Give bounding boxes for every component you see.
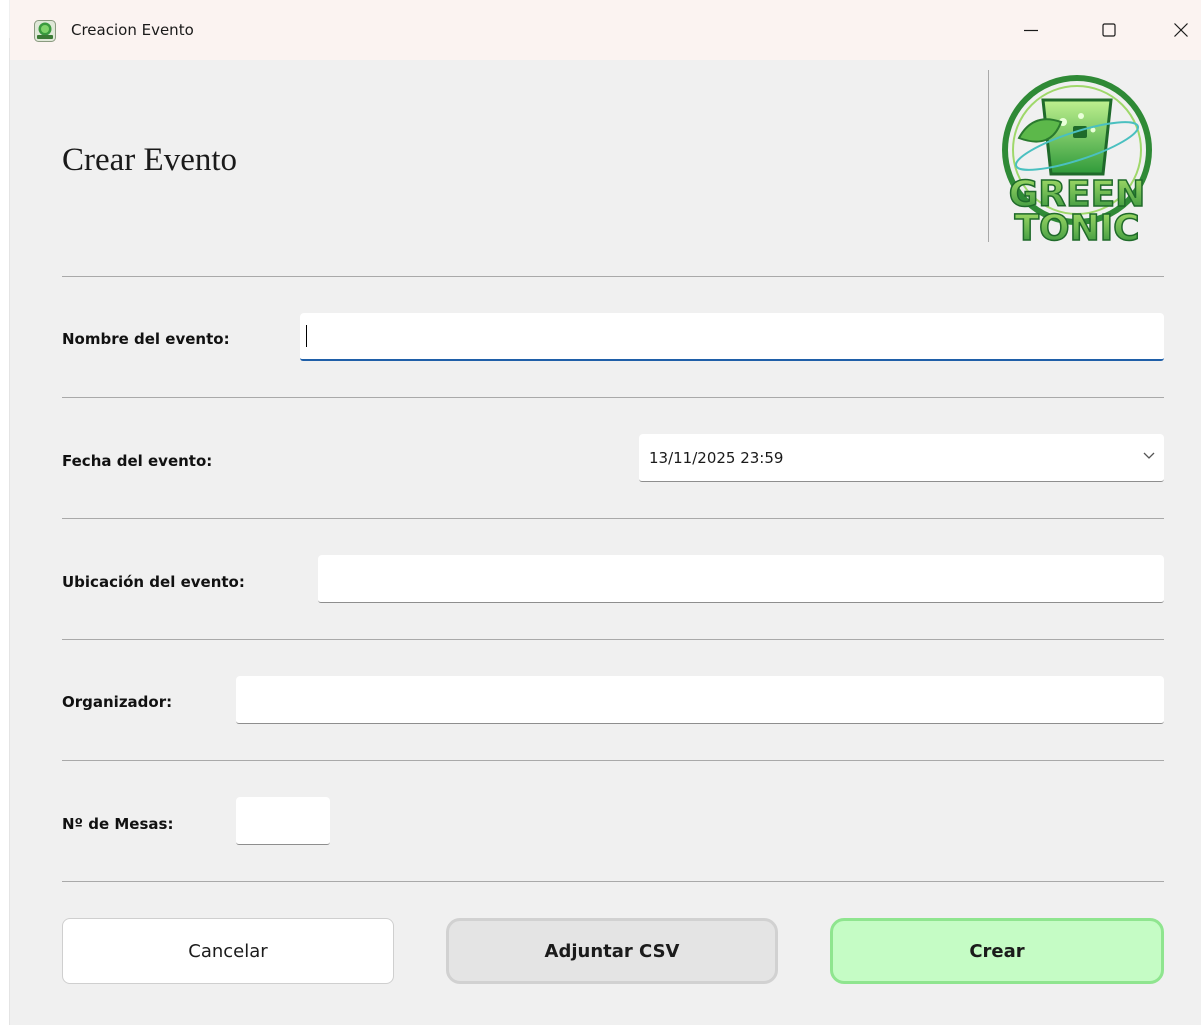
logo-text-tonic: TONIC bbox=[1014, 208, 1139, 242]
app-icon bbox=[34, 20, 56, 42]
event-date-value: 13/11/2025 23:59 bbox=[649, 448, 784, 467]
close-icon bbox=[1174, 23, 1188, 37]
organizer-label: Organizador: bbox=[62, 693, 173, 711]
separator bbox=[62, 639, 1164, 640]
page-title: Crear Evento bbox=[62, 142, 238, 178]
window-title: Creacion Evento bbox=[71, 21, 194, 39]
close-button[interactable] bbox=[1158, 8, 1201, 52]
event-date-label: Fecha del evento: bbox=[62, 452, 213, 470]
attach-csv-button[interactable]: Adjuntar CSV bbox=[446, 918, 778, 984]
maximize-icon bbox=[1102, 23, 1116, 37]
event-location-label: Ubicación del evento: bbox=[62, 573, 245, 591]
separator bbox=[62, 276, 1164, 277]
separator bbox=[62, 397, 1164, 398]
cancel-button[interactable]: Cancelar bbox=[62, 918, 394, 984]
create-button[interactable]: Crear bbox=[830, 918, 1164, 984]
tables-count-label: Nº de Mesas: bbox=[62, 815, 174, 833]
event-name-label: Nombre del evento: bbox=[62, 330, 230, 348]
chevron-down-icon bbox=[1143, 452, 1155, 459]
minimize-icon bbox=[1024, 29, 1038, 32]
create-button-label: Crear bbox=[969, 940, 1025, 962]
text-caret bbox=[306, 325, 307, 347]
organizer-input[interactable] bbox=[236, 676, 1164, 724]
attach-csv-button-label: Adjuntar CSV bbox=[544, 940, 680, 962]
maximize-button[interactable] bbox=[1086, 8, 1132, 52]
window-left-border bbox=[9, 38, 10, 1025]
tables-count-input[interactable] bbox=[236, 797, 330, 845]
event-name-input[interactable] bbox=[300, 313, 1164, 361]
green-tonic-logo: GREEN TONIC bbox=[1002, 75, 1152, 242]
minimize-button[interactable] bbox=[1008, 8, 1054, 52]
separator bbox=[62, 518, 1164, 519]
cancel-button-label: Cancelar bbox=[188, 940, 268, 962]
event-location-input[interactable] bbox=[318, 555, 1164, 603]
window-left-edge bbox=[0, 0, 9, 1025]
logo-divider bbox=[988, 70, 989, 242]
separator bbox=[62, 881, 1164, 882]
separator bbox=[62, 760, 1164, 761]
title-bar[interactable]: Creacion Evento bbox=[10, 0, 1201, 60]
event-date-picker[interactable]: 13/11/2025 23:59 bbox=[639, 434, 1164, 482]
